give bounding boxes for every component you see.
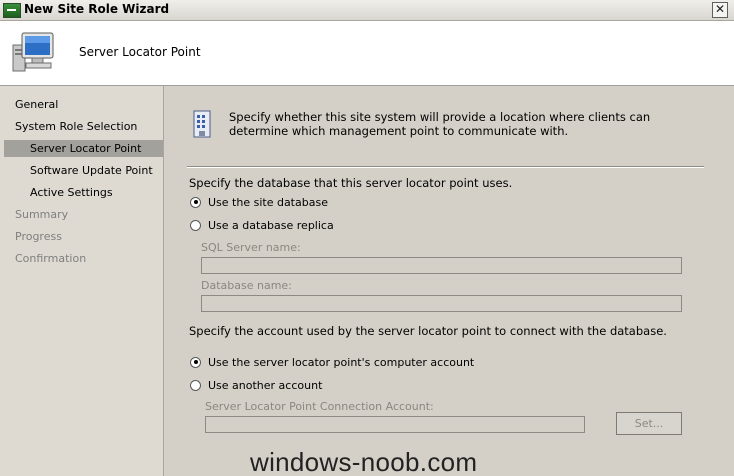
radio-use-site-database[interactable]: Use the site database	[190, 194, 328, 210]
intro-text: Specify whether this site system will pr…	[229, 110, 651, 138]
database-prompt: Specify the database that this server lo…	[189, 176, 513, 190]
radio-label: Use the server locator point's computer …	[208, 355, 475, 369]
radio-use-another-account[interactable]: Use another account	[190, 377, 322, 393]
set-account-button[interactable]: Set...	[616, 412, 682, 435]
wizard-page: Specify whether this site system will pr…	[164, 86, 734, 476]
nav-item-system-role-selection[interactable]: System Role Selection	[0, 118, 163, 135]
wizard-app-icon	[3, 3, 21, 18]
server-icon	[193, 110, 211, 138]
radio-use-database-replica[interactable]: Use a database replica	[190, 217, 334, 233]
radio-use-computer-account[interactable]: Use the server locator point's computer …	[190, 354, 474, 370]
sql-server-label: SQL Server name:	[201, 241, 301, 254]
nav-item-progress: Progress	[15, 230, 62, 243]
nav-item-confirmation: Confirmation	[15, 252, 87, 265]
radio-button-selected[interactable]	[190, 196, 201, 208]
account-prompt: Specify the account used by the server l…	[189, 324, 667, 338]
radio-label: Use a database replica	[208, 218, 334, 232]
nav-item-summary: Summary	[15, 208, 69, 221]
header-title: Server Locator Point	[79, 45, 201, 59]
nav-item-active-settings[interactable]: Active Settings	[0, 184, 163, 201]
section-divider	[187, 166, 704, 168]
connection-account-field[interactable]	[205, 416, 585, 433]
connection-account-label: Server Locator Point Connection Account:	[205, 400, 434, 413]
close-icon[interactable]: ✕	[712, 2, 728, 18]
watermark-text: windows-noob.com	[250, 447, 478, 476]
radio-button[interactable]	[190, 219, 201, 231]
computer-icon	[12, 32, 54, 72]
radio-button[interactable]	[190, 379, 201, 391]
nav-item-general[interactable]: General	[0, 96, 163, 113]
radio-button-selected[interactable]	[190, 356, 201, 368]
radio-label: Use the site database	[208, 195, 328, 209]
database-name-field[interactable]	[201, 295, 682, 312]
nav-item-server-locator-point[interactable]: Server Locator Point	[4, 140, 163, 157]
database-name-label: Database name:	[201, 279, 292, 292]
title-bar: New Site Role Wizard ✕	[0, 0, 734, 21]
wizard-header: Server Locator Point	[0, 21, 734, 86]
wizard-nav: General System Role Selection Server Loc…	[0, 86, 164, 476]
radio-label: Use another account	[208, 378, 323, 392]
sql-server-field[interactable]	[201, 257, 682, 274]
wizard-window: New Site Role Wizard ✕ Server Locator Po…	[0, 0, 734, 476]
window-title: New Site Role Wizard	[24, 2, 170, 16]
nav-item-software-update-point[interactable]: Software Update Point	[0, 162, 163, 179]
